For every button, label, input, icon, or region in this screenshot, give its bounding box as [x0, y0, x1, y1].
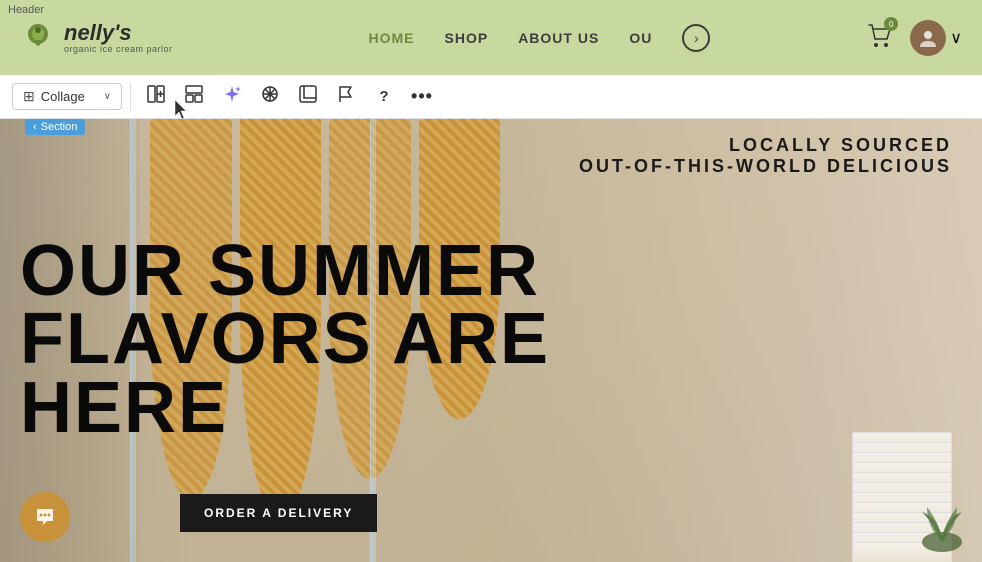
- hero-top-right-text: LOCALLY SOURCED OUT-OF-THIS-WORLD DELICI…: [579, 135, 952, 177]
- hero-heading: OUR SUMMER FLAVORS ARE HERE: [20, 237, 550, 442]
- order-delivery-button[interactable]: ORDER A DELIVERY: [180, 494, 377, 532]
- plant-decoration: [912, 482, 972, 562]
- toolbar-separator: [130, 83, 131, 111]
- section-badge[interactable]: ‹ Section: [25, 119, 85, 135]
- crop-icon: [298, 84, 318, 109]
- crop-button[interactable]: [291, 80, 325, 114]
- hero-section: LOCALLY SOURCED OUT-OF-THIS-WORLD DELICI…: [0, 75, 982, 562]
- header-label: Header: [8, 4, 44, 16]
- collage-dropdown[interactable]: ⊞ Collage ∨: [12, 83, 122, 110]
- cart-button[interactable]: 0: [866, 21, 894, 54]
- hero-line1: LOCALLY SOURCED: [579, 135, 952, 156]
- hero-line2: OUT-OF-THIS-WORLD DELICIOUS: [579, 156, 952, 177]
- collage-label: Collage: [41, 89, 85, 104]
- flag-icon: [336, 84, 356, 109]
- header: Header nelly's organic ice cream parlor …: [0, 0, 982, 75]
- user-avatar: [910, 20, 946, 56]
- flag-button[interactable]: [329, 80, 363, 114]
- section-badge-arrow: ‹: [33, 121, 37, 133]
- toolbar: ⊞ Collage ∨: [0, 75, 982, 119]
- header-actions: 0 ∨: [866, 20, 962, 56]
- chat-icon: [33, 505, 57, 529]
- nav-more-button[interactable]: ›: [682, 24, 710, 52]
- logo-subtext: organic ice cream parlor: [64, 44, 173, 54]
- chat-button[interactable]: [20, 492, 70, 542]
- layout-button[interactable]: [177, 80, 211, 114]
- more-options-icon: •••: [411, 86, 433, 107]
- cart-badge: 0: [884, 17, 898, 31]
- ai-button[interactable]: [215, 80, 249, 114]
- add-column-button[interactable]: [139, 80, 173, 114]
- hero-main-heading: OUR SUMMER FLAVORS ARE HERE: [20, 237, 550, 442]
- user-dropdown-icon: ∨: [950, 28, 962, 48]
- nav-item-about[interactable]: ABOUT US: [518, 30, 599, 46]
- logo-text: nelly's: [64, 22, 173, 44]
- add-column-icon: [146, 84, 166, 109]
- help-button[interactable]: ?: [367, 80, 401, 114]
- user-menu[interactable]: ∨: [910, 20, 962, 56]
- ai-icon: [222, 84, 242, 109]
- chevron-down-icon: ∨: [104, 91, 111, 102]
- collage-icon: ⊞: [23, 88, 35, 105]
- main-nav: HOME SHOP ABOUT US OU ›: [213, 24, 867, 52]
- logo[interactable]: nelly's organic ice cream parlor: [20, 20, 173, 56]
- layout-icon: [184, 84, 204, 109]
- arrange-button[interactable]: [253, 80, 287, 114]
- nav-item-shop[interactable]: SHOP: [445, 30, 489, 46]
- arrange-icon: [260, 84, 280, 109]
- more-options-button[interactable]: •••: [405, 80, 439, 114]
- nav-item-home[interactable]: HOME: [369, 30, 415, 46]
- logo-icon: [20, 20, 56, 56]
- nav-item-ou[interactable]: OU: [629, 30, 652, 46]
- section-badge-label: Section: [41, 121, 78, 133]
- help-icon: ?: [379, 88, 388, 105]
